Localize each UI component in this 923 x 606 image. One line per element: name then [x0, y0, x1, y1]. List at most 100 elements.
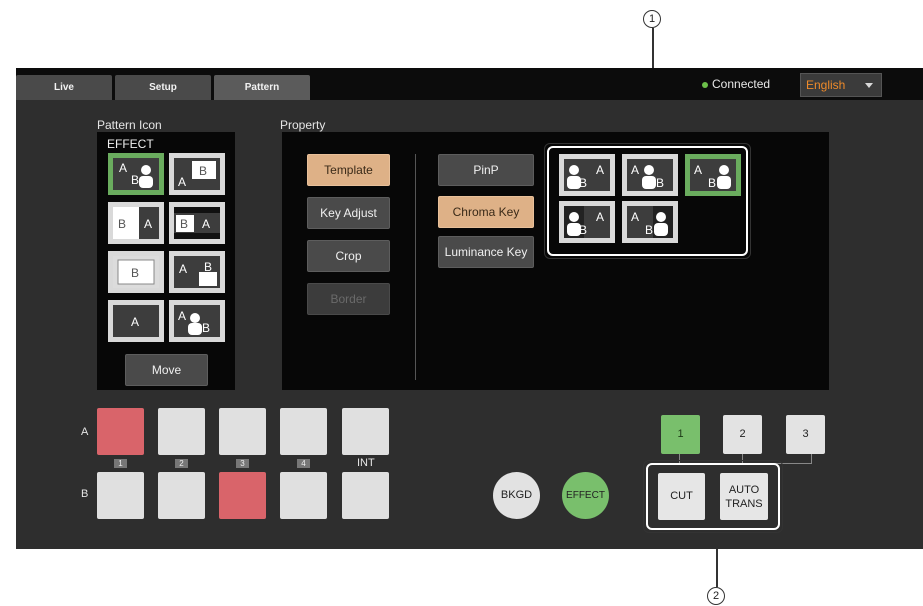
template-icon-1[interactable]: BA — [559, 154, 615, 196]
pattern-icon-4[interactable]: BA — [169, 202, 225, 244]
b-bus-button-1[interactable] — [97, 472, 144, 519]
svg-text:B: B — [656, 176, 664, 190]
template-icon-5[interactable]: AB — [622, 201, 678, 243]
status-dot-icon — [702, 82, 708, 88]
svg-text:A: A — [631, 163, 639, 177]
preset-2-button[interactable]: 2 — [723, 415, 762, 454]
template-button[interactable]: Template — [307, 154, 390, 186]
pattern-icon-6[interactable]: AB — [169, 251, 225, 293]
chroma-key-button[interactable]: Chroma Key — [438, 196, 534, 228]
pattern-icon-label: Pattern Icon — [97, 118, 162, 132]
svg-text:A: A — [596, 210, 604, 224]
source-number-1: 1 — [114, 459, 127, 468]
tab-bar: Live Setup Pattern Connected English — [16, 68, 923, 100]
svg-text:A: A — [178, 175, 186, 189]
preset-3-button[interactable]: 3 — [786, 415, 825, 454]
luminance-key-button[interactable]: Luminance Key — [438, 236, 534, 268]
person-b-a-2-icon: BA — [564, 206, 610, 238]
crop-button[interactable]: Crop — [307, 240, 390, 272]
bar-ba-icon: BA — [174, 207, 220, 239]
chevron-down-icon — [865, 83, 873, 88]
source-int-label: INT — [357, 457, 375, 469]
a-bus-button-3[interactable] — [219, 408, 266, 455]
app-window: Live Setup Pattern Connected English Pat… — [16, 68, 923, 549]
pattern-icon-3[interactable]: BA — [108, 202, 164, 244]
effect-category-label: EFFECT — [107, 137, 154, 151]
row-b-label: B — [81, 488, 89, 500]
svg-text:B: B — [204, 260, 212, 274]
b-bus-button-3[interactable] — [219, 472, 266, 519]
a-bus-button-2[interactable] — [158, 408, 205, 455]
a-bus-button-int[interactable] — [342, 408, 389, 455]
pattern-icon-2[interactable]: AB — [169, 153, 225, 195]
a-b-person-2-icon: AB — [627, 206, 673, 238]
callout-1: 1 — [643, 10, 661, 28]
property-panel: Template Key Adjust Crop Border PinP Chr… — [282, 132, 829, 390]
svg-text:B: B — [199, 164, 207, 178]
svg-text:A: A — [144, 217, 152, 231]
svg-text:A: A — [179, 262, 187, 276]
key-adjust-button[interactable]: Key Adjust — [307, 197, 390, 229]
pattern-icon-1[interactable]: AB — [108, 153, 164, 195]
cut-button[interactable]: CUT — [658, 473, 705, 520]
svg-text:B: B — [579, 223, 587, 237]
svg-text:A: A — [119, 161, 127, 175]
row-a-label: A — [81, 426, 89, 438]
a-b-person-icon: AB — [690, 159, 736, 191]
corner-ab-icon: AB — [174, 256, 220, 288]
tab-pattern[interactable]: Pattern — [214, 75, 310, 100]
svg-text:A: A — [631, 210, 639, 224]
svg-text:B: B — [708, 176, 716, 190]
svg-text:A: A — [596, 163, 604, 177]
template-icon-4[interactable]: BA — [559, 201, 615, 243]
source-number-4: 4 — [297, 459, 310, 468]
source-number-2: 2 — [175, 459, 188, 468]
pattern-icon-5[interactable]: B — [108, 251, 164, 293]
pattern-icon-7[interactable]: A — [108, 300, 164, 342]
border-button[interactable]: Border — [307, 283, 390, 315]
svg-text:A: A — [694, 163, 702, 177]
svg-text:B: B — [202, 321, 210, 335]
person-ab-2-icon: AB — [174, 305, 220, 337]
a-bus-button-1[interactable] — [97, 408, 144, 455]
language-select[interactable]: English — [800, 73, 882, 97]
callout-2: 2 — [707, 587, 725, 605]
auto-trans-button[interactable]: AUTO TRANS — [720, 473, 768, 520]
svg-text:B: B — [131, 266, 139, 280]
svg-text:B: B — [180, 217, 188, 231]
svg-text:A: A — [202, 217, 210, 231]
svg-text:B: B — [579, 176, 587, 190]
b-bus-button-int[interactable] — [342, 472, 389, 519]
property-label: Property — [280, 118, 326, 132]
svg-text:A: A — [131, 315, 139, 329]
property-divider — [415, 154, 416, 380]
template-icon-3[interactable]: AB — [685, 154, 741, 196]
person-ab-icon: AB — [113, 158, 159, 190]
bkgd-button[interactable]: BKGD — [493, 472, 540, 519]
window-ab-icon: AB — [174, 158, 220, 190]
language-select-value: English — [806, 78, 846, 92]
pattern-icon-8[interactable]: AB — [169, 300, 225, 342]
box-b-icon: B — [113, 256, 159, 288]
a-bus-button-4[interactable] — [280, 408, 327, 455]
template-icon-2[interactable]: AB — [622, 154, 678, 196]
tab-live[interactable]: Live — [16, 75, 112, 100]
label-a-icon: A — [113, 305, 159, 337]
person-b-a-icon: BA — [564, 159, 610, 191]
b-bus-button-4[interactable] — [280, 472, 327, 519]
connection-status: Connected — [712, 77, 771, 91]
pinp-button[interactable]: PinP — [438, 154, 534, 186]
a-person-b-icon: AB — [627, 159, 673, 191]
pattern-icon-panel: EFFECT AB AB BA BA B AB A AB Move — [97, 132, 235, 390]
effect-button[interactable]: EFFECT — [562, 472, 609, 519]
move-button[interactable]: Move — [125, 354, 208, 386]
b-bus-button-2[interactable] — [158, 472, 205, 519]
split-ba-icon: BA — [113, 207, 159, 239]
svg-text:B: B — [118, 217, 126, 231]
svg-text:B: B — [131, 173, 139, 187]
svg-text:A: A — [178, 309, 186, 323]
source-number-3: 3 — [236, 459, 249, 468]
preset-1-button[interactable]: 1 — [661, 415, 700, 454]
svg-text:B: B — [645, 223, 653, 237]
tab-setup[interactable]: Setup — [115, 75, 211, 100]
